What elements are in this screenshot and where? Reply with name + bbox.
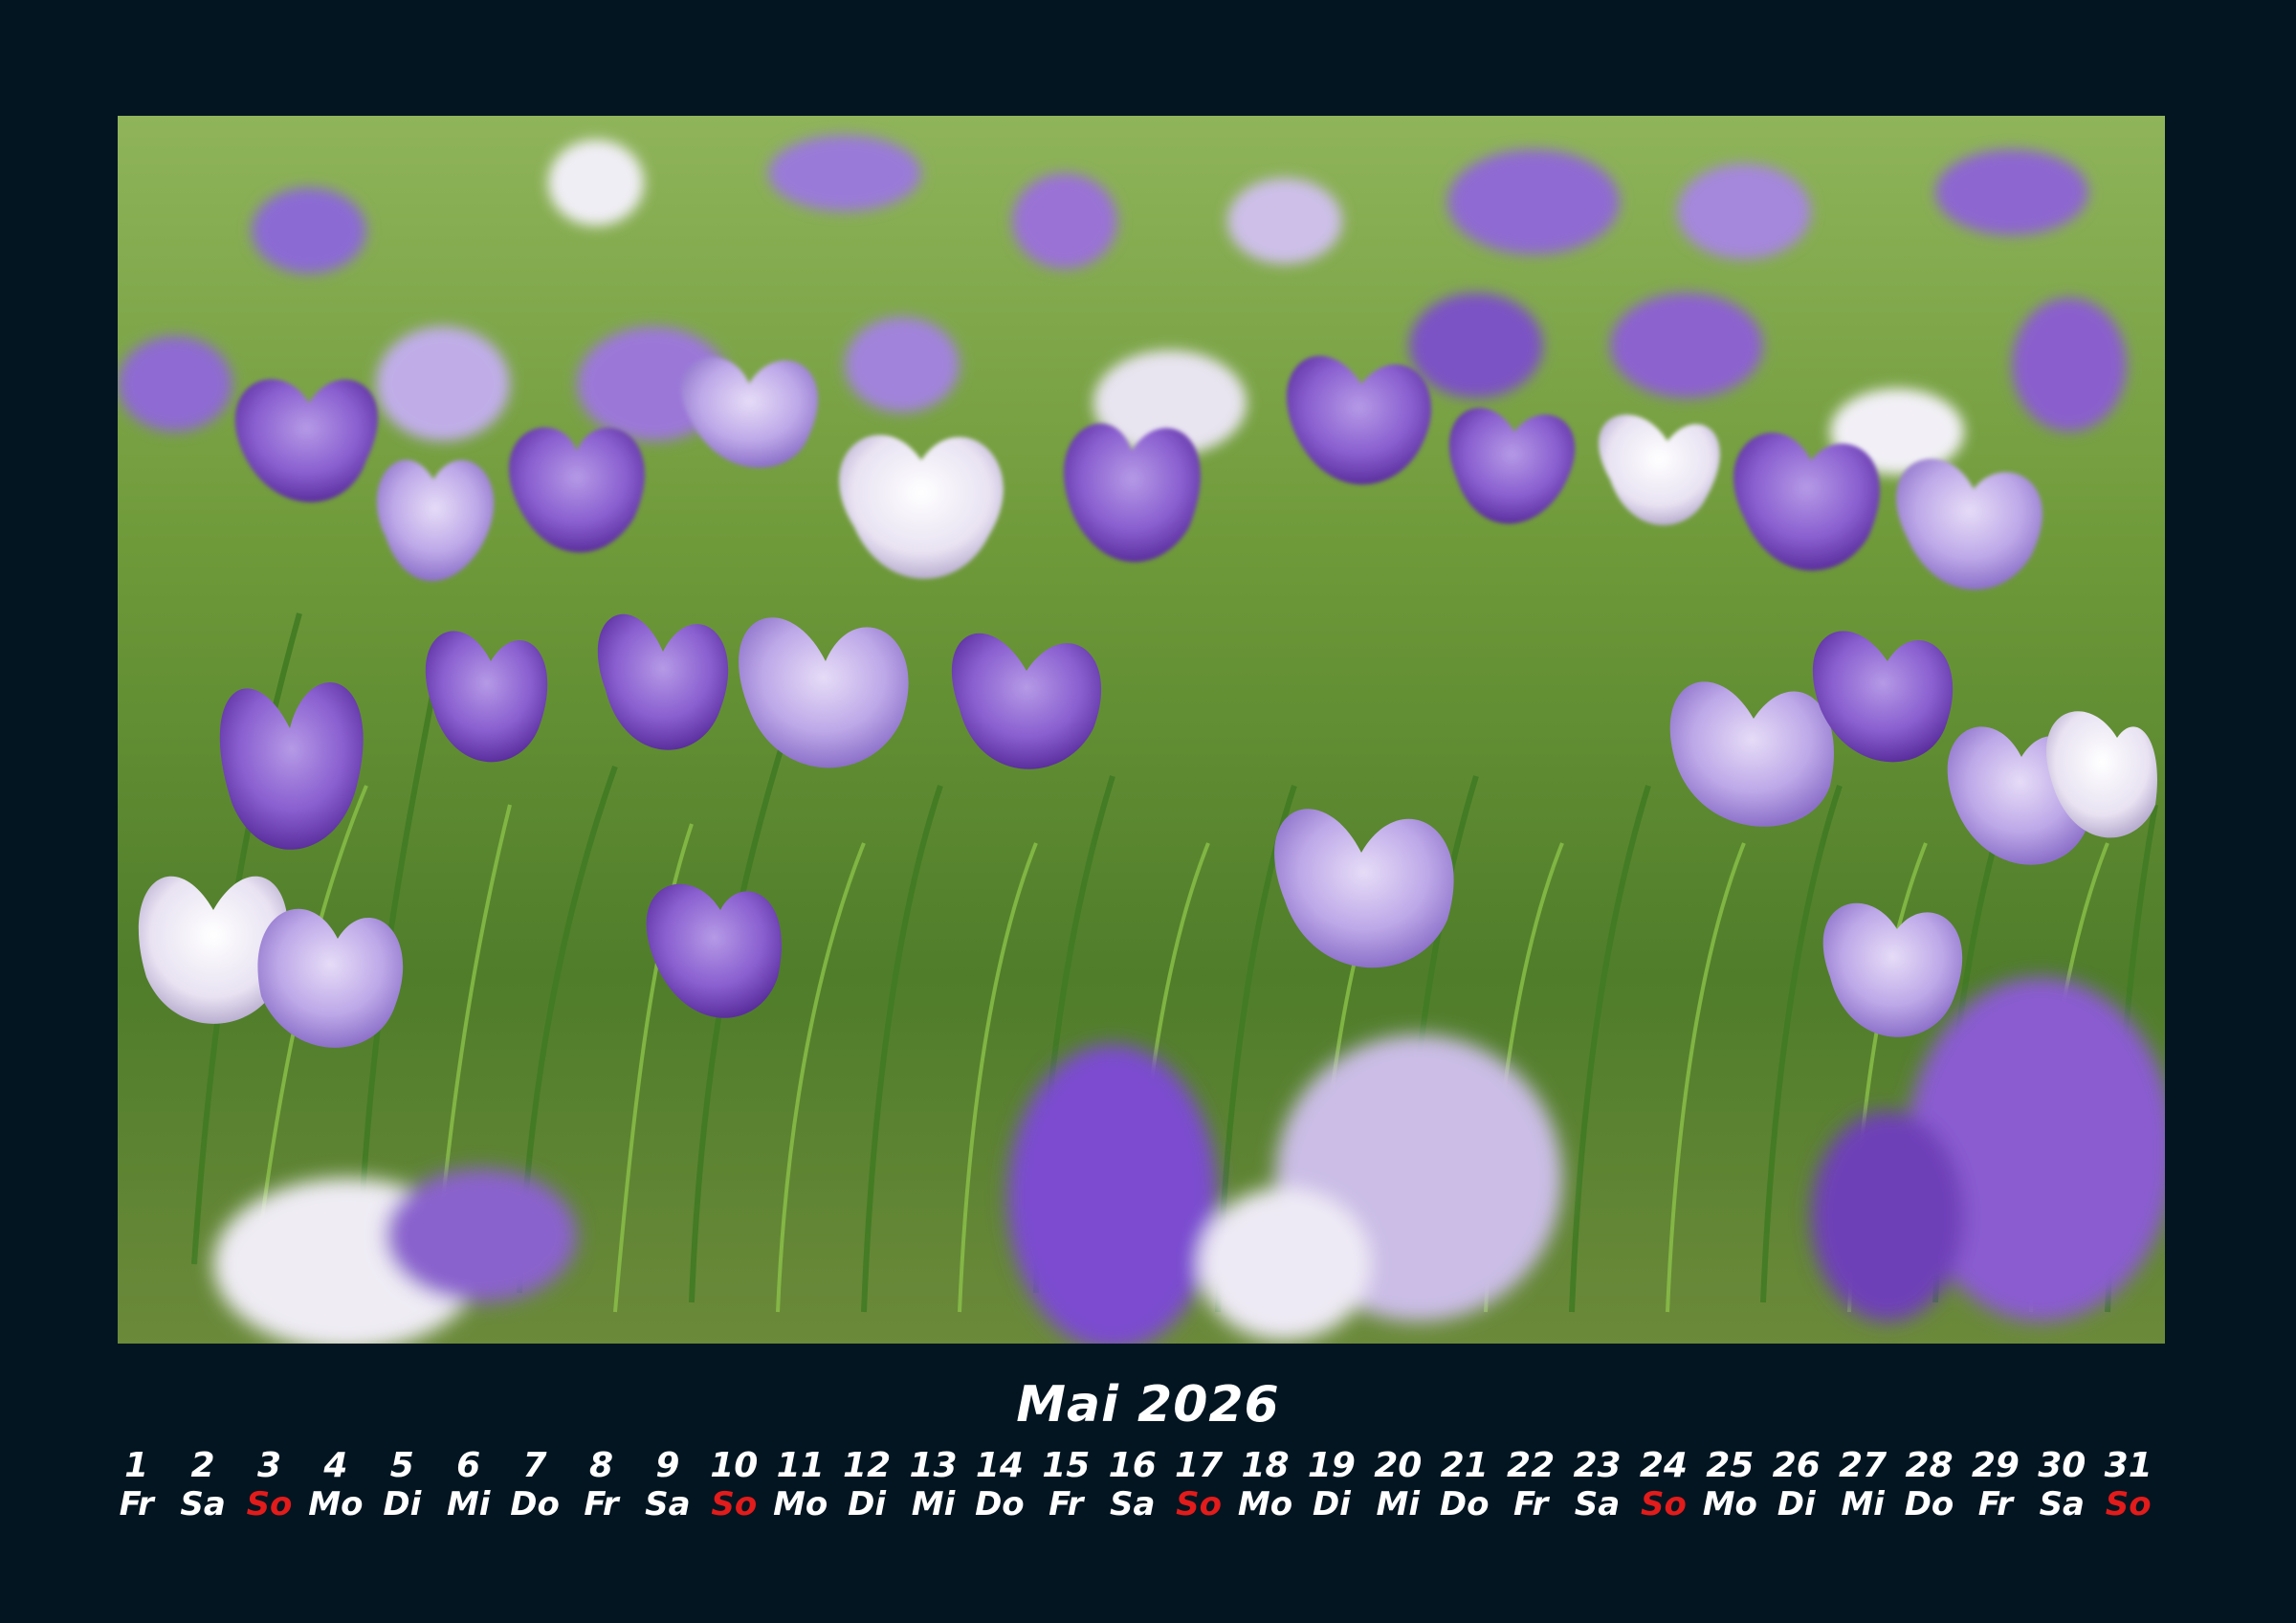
month-title: Mai 2026 (1016, 1376, 1280, 1434)
day-number: 17 (1175, 1446, 1224, 1485)
weekday-label: Fr (1512, 1485, 1549, 1523)
day-number: 4 (323, 1446, 348, 1485)
day-cell: 6 Mi (435, 1446, 501, 1524)
weekday-label: Fr (119, 1485, 154, 1523)
day-number: 7 (522, 1446, 547, 1485)
day-number: 23 (1573, 1446, 1622, 1485)
day-cell: 17 So (1165, 1446, 1231, 1524)
weekday-label: Mo (308, 1485, 364, 1523)
day-number: 15 (1042, 1446, 1091, 1485)
day-cell: 12 Di (833, 1446, 899, 1524)
day-cell: 4 Mo (302, 1446, 368, 1524)
weekday-label: Sa (180, 1485, 226, 1523)
weekday-label: Di (383, 1485, 422, 1523)
day-number: 13 (909, 1446, 958, 1485)
weekday-label: Do (1904, 1485, 1954, 1523)
day-number: 25 (1706, 1446, 1755, 1485)
day-cell: 5 Di (369, 1446, 435, 1524)
day-number: 20 (1374, 1446, 1423, 1485)
day-number: 18 (1241, 1446, 1290, 1485)
day-cell: 23 Sa (1564, 1446, 1630, 1524)
day-number: 16 (1108, 1446, 1157, 1485)
day-cell: 10 So (701, 1446, 767, 1524)
day-number: 10 (710, 1446, 759, 1485)
day-cell: 14 Do (966, 1446, 1032, 1524)
day-cell: 25 Mo (1697, 1446, 1763, 1524)
day-cell: 22 Fr (1497, 1446, 1563, 1524)
day-number: 19 (1307, 1446, 1356, 1485)
weekday-label: So (711, 1485, 758, 1523)
weekday-label: Sa (1574, 1485, 1621, 1523)
weekday-label: Fr (1977, 1485, 2014, 1523)
day-number: 9 (655, 1446, 680, 1485)
day-number: 14 (975, 1446, 1024, 1485)
day-cell: 15 Fr (1033, 1446, 1099, 1524)
day-cell: 8 Fr (568, 1446, 634, 1524)
day-cell: 28 Do (1896, 1446, 1962, 1524)
weekday-label: Do (510, 1485, 560, 1523)
day-number: 30 (2038, 1446, 2086, 1485)
day-number: 1 (124, 1446, 149, 1485)
calendar-page: Mai 2026 1 Fr 2 Sa 3 So 4 Mo 5 Di 6 Mi 7 Do 8 Fr 9 Sa 10 So… (0, 0, 2296, 1623)
day-number: 8 (588, 1446, 614, 1485)
day-cell: 26 Di (1763, 1446, 1829, 1524)
day-cell: 20 Mi (1365, 1446, 1431, 1524)
weekday-label: So (2105, 1485, 2152, 1523)
day-number: 22 (1507, 1446, 1556, 1485)
weekday-label: Sa (1109, 1485, 1156, 1523)
crocus-photo (118, 116, 2165, 1344)
day-number: 12 (843, 1446, 892, 1485)
weekday-label: Di (848, 1485, 887, 1523)
day-cell: 27 Mi (1829, 1446, 1895, 1524)
weekday-label: Mo (1702, 1485, 1757, 1523)
day-number: 2 (190, 1446, 215, 1485)
day-number: 3 (256, 1446, 282, 1485)
day-cell: 18 Mo (1232, 1446, 1298, 1524)
day-cell: 19 Di (1298, 1446, 1364, 1524)
weekday-label: Mi (446, 1485, 491, 1523)
weekday-label: Mi (1841, 1485, 1885, 1523)
weekday-label: Sa (2039, 1485, 2085, 1523)
day-number: 5 (389, 1446, 414, 1485)
day-number: 21 (1440, 1446, 1489, 1485)
day-cell: 13 Mi (900, 1446, 966, 1524)
weekday-label: Mi (911, 1485, 956, 1523)
day-number: 11 (776, 1446, 825, 1485)
weekday-label: Fr (1049, 1485, 1084, 1523)
day-number: 24 (1639, 1446, 1688, 1485)
day-cell: 21 Do (1431, 1446, 1497, 1524)
weekday-label: So (1176, 1485, 1223, 1523)
weekday-label: Sa (645, 1485, 691, 1523)
day-cell: 24 So (1630, 1446, 1696, 1524)
weekday-label: Mo (1237, 1485, 1293, 1523)
day-cell: 2 Sa (169, 1446, 235, 1524)
weekday-label: Di (1777, 1485, 1816, 1523)
day-number: 27 (1839, 1446, 1888, 1485)
day-cell: 3 So (236, 1446, 302, 1524)
crocus-field-image (118, 116, 2165, 1344)
weekday-label: Mo (773, 1485, 828, 1523)
weekday-label: Mi (1376, 1485, 1421, 1523)
day-cell: 30 Sa (2029, 1446, 2095, 1524)
day-number: 31 (2104, 1446, 2152, 1485)
day-number: 29 (1971, 1446, 2020, 1485)
weekday-label: So (246, 1485, 293, 1523)
weekday-label: Di (1312, 1485, 1351, 1523)
day-number: 6 (456, 1446, 481, 1485)
day-cell: 7 Do (501, 1446, 567, 1524)
weekday-label: Do (975, 1485, 1025, 1523)
day-cell: 11 Mo (767, 1446, 833, 1524)
weekday-label: So (1640, 1485, 1687, 1523)
weekday-label: Do (1439, 1485, 1490, 1523)
day-cell: 16 Sa (1099, 1446, 1165, 1524)
day-cell: 9 Sa (634, 1446, 700, 1524)
day-number: 26 (1772, 1446, 1821, 1485)
day-number: 28 (1905, 1446, 1954, 1485)
day-strip: 1 Fr 2 Sa 3 So 4 Mo 5 Di 6 Mi 7 Do 8 Fr 9 Sa 10 So 11 Mo 12 Di 1… (103, 1446, 2179, 1524)
day-cell: 1 Fr (103, 1446, 169, 1524)
day-cell: 29 Fr (1962, 1446, 2028, 1524)
weekday-label: Fr (584, 1485, 619, 1523)
day-cell: 31 So (2095, 1446, 2161, 1524)
